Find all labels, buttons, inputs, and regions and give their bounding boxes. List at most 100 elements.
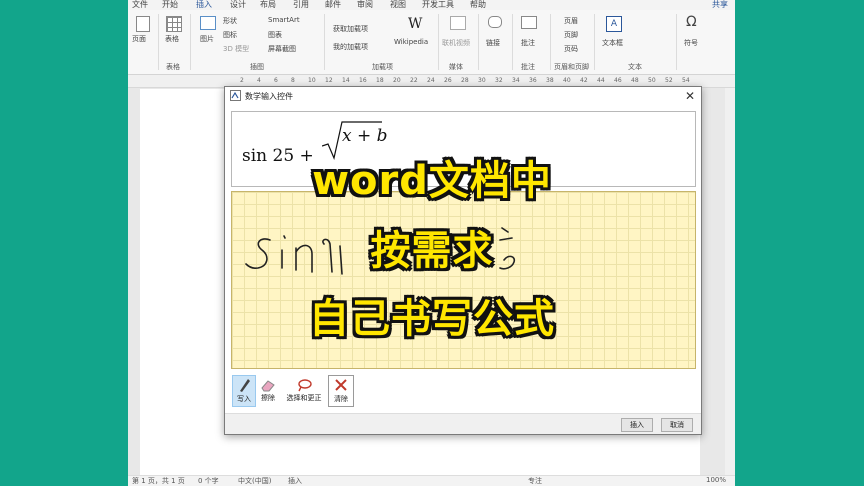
erase-tool[interactable]: 擦除 xyxy=(257,375,279,405)
erase-tool-label: 擦除 xyxy=(261,394,275,402)
table-button[interactable]: 表格 xyxy=(165,34,179,44)
ruler-tick-label: 28 xyxy=(461,77,469,84)
vertical-scrollbar[interactable] xyxy=(725,88,735,476)
ruler-tick-label: 2 xyxy=(240,77,244,84)
separator xyxy=(190,14,191,70)
pen-icon xyxy=(240,379,250,392)
ruler-tick-label: 8 xyxy=(291,77,295,84)
shapes-button[interactable]: 形状 xyxy=(223,16,237,26)
models3d-button[interactable]: 3D 模型 xyxy=(223,44,249,54)
separator xyxy=(324,14,325,70)
formula-radicand: x + b xyxy=(342,126,388,146)
group-illustrations: 插图 xyxy=(250,63,264,71)
menu-references[interactable]: 引用 xyxy=(293,0,309,10)
clear-tool-label: 清除 xyxy=(334,395,348,403)
clear-icon xyxy=(335,379,347,391)
select-correct-label: 选择和更正 xyxy=(286,394,322,402)
ruler-tick-label: 6 xyxy=(274,77,278,84)
separator xyxy=(438,14,439,70)
video-icon xyxy=(450,16,466,30)
menu-developer[interactable]: 开发工具 xyxy=(422,0,454,10)
status-zoom[interactable]: 100% xyxy=(706,476,726,484)
menu-mailings[interactable]: 邮件 xyxy=(325,0,341,10)
icons-button[interactable]: 图标 xyxy=(223,30,237,40)
separator xyxy=(550,14,551,70)
separator xyxy=(676,14,677,70)
ribbon: 页面 表格 表格 图片 形状 图标 3D 模型 SmartArt 图表 屏幕截图… xyxy=(128,10,735,75)
ruler-tick-label: 24 xyxy=(427,77,435,84)
table-icon xyxy=(166,16,182,32)
cancel-button[interactable]: 取消 xyxy=(661,418,693,432)
omega-icon: Ω xyxy=(686,14,697,30)
textbox-button[interactable]: 文本框 xyxy=(602,38,623,48)
menu-review[interactable]: 审阅 xyxy=(357,0,373,10)
menu-view[interactable]: 视图 xyxy=(390,0,406,10)
smartart-button[interactable]: SmartArt xyxy=(268,16,300,24)
page-icon xyxy=(136,16,150,32)
status-mode[interactable]: 插入 xyxy=(288,476,302,486)
status-page[interactable]: 第 1 页，共 1 页 xyxy=(132,476,185,486)
online-video-button[interactable]: 联机视频 xyxy=(442,38,470,48)
group-header-footer: 页眉和页脚 xyxy=(554,63,589,71)
page-number-button[interactable]: 页码 xyxy=(564,44,578,54)
dialog-titlebar: 数学输入控件 ✕ xyxy=(225,87,701,105)
tool-bar: 写入 擦除 选择和更正 清除 xyxy=(231,375,471,407)
footer-button[interactable]: 页脚 xyxy=(564,30,578,40)
separator xyxy=(512,14,513,70)
menu-help[interactable]: 帮助 xyxy=(470,0,486,10)
separator xyxy=(478,14,479,70)
group-tables: 表格 xyxy=(166,63,180,71)
status-language[interactable]: 中文(中国) xyxy=(238,476,271,486)
ruler-tick-label: 34 xyxy=(512,77,520,84)
ruler-tick-label: 50 xyxy=(648,77,656,84)
write-tool[interactable]: 写入 xyxy=(232,375,256,407)
caption-line-2: 按需求 xyxy=(370,228,494,274)
ruler-tick-label: 30 xyxy=(478,77,486,84)
screenshot-button[interactable]: 屏幕截图 xyxy=(268,44,296,54)
picture-button[interactable]: 图片 xyxy=(200,34,214,44)
ruler-tick-label: 54 xyxy=(682,77,690,84)
ruler-tick-label: 42 xyxy=(580,77,588,84)
lasso-icon xyxy=(298,379,312,392)
ruler-tick-label: 38 xyxy=(546,77,554,84)
clear-tool[interactable]: 清除 xyxy=(328,375,354,407)
separator xyxy=(158,14,159,70)
symbol-button[interactable]: 符号 xyxy=(684,38,698,48)
ruler-tick-label: 10 xyxy=(308,77,316,84)
link-button[interactable]: 链接 xyxy=(486,38,500,48)
ruler-tick-label: 22 xyxy=(410,77,418,84)
status-bar: 第 1 页，共 1 页 0 个字 中文(中国) 插入 专注 100% xyxy=(128,475,735,486)
ruler-tick-label: 18 xyxy=(376,77,384,84)
ruler-tick-label: 48 xyxy=(631,77,639,84)
group-comments: 批注 xyxy=(521,63,535,71)
page-button[interactable]: 页面 xyxy=(132,34,146,44)
comment-button[interactable]: 批注 xyxy=(521,38,535,48)
share-button[interactable]: 共享 xyxy=(712,0,728,10)
select-correct-tool[interactable]: 选择和更正 xyxy=(283,375,325,405)
my-addins-button[interactable]: 我的加载项 xyxy=(333,42,368,52)
menu-file[interactable]: 文件 xyxy=(132,0,148,10)
comment-icon xyxy=(521,16,537,29)
menu-layout[interactable]: 布局 xyxy=(260,0,276,10)
status-focus[interactable]: 专注 xyxy=(528,476,542,486)
wikipedia-button[interactable]: Wikipedia xyxy=(394,38,428,46)
ruler-tick-label: 46 xyxy=(614,77,622,84)
menu-home[interactable]: 开始 xyxy=(162,0,178,10)
insert-button[interactable]: 插入 xyxy=(621,418,653,432)
ruler-tick-label: 26 xyxy=(444,77,452,84)
get-addins-button[interactable]: 获取加载项 xyxy=(333,24,368,34)
ruler-tick-label: 12 xyxy=(325,77,333,84)
header-button[interactable]: 页眉 xyxy=(564,16,578,26)
menu-design[interactable]: 设计 xyxy=(230,0,246,10)
chart-button[interactable]: 图表 xyxy=(268,30,282,40)
ruler-tick-label: 32 xyxy=(495,77,503,84)
status-words[interactable]: 0 个字 xyxy=(198,476,219,486)
wikipedia-icon: W xyxy=(408,16,423,32)
eraser-icon xyxy=(261,380,275,392)
textbox-icon: A xyxy=(606,16,622,32)
dialog-footer: 插入 取消 xyxy=(225,413,701,434)
group-media: 媒体 xyxy=(449,63,463,71)
ruler-tick-label: 40 xyxy=(563,77,571,84)
separator xyxy=(594,14,595,70)
close-icon[interactable]: ✕ xyxy=(685,89,695,103)
